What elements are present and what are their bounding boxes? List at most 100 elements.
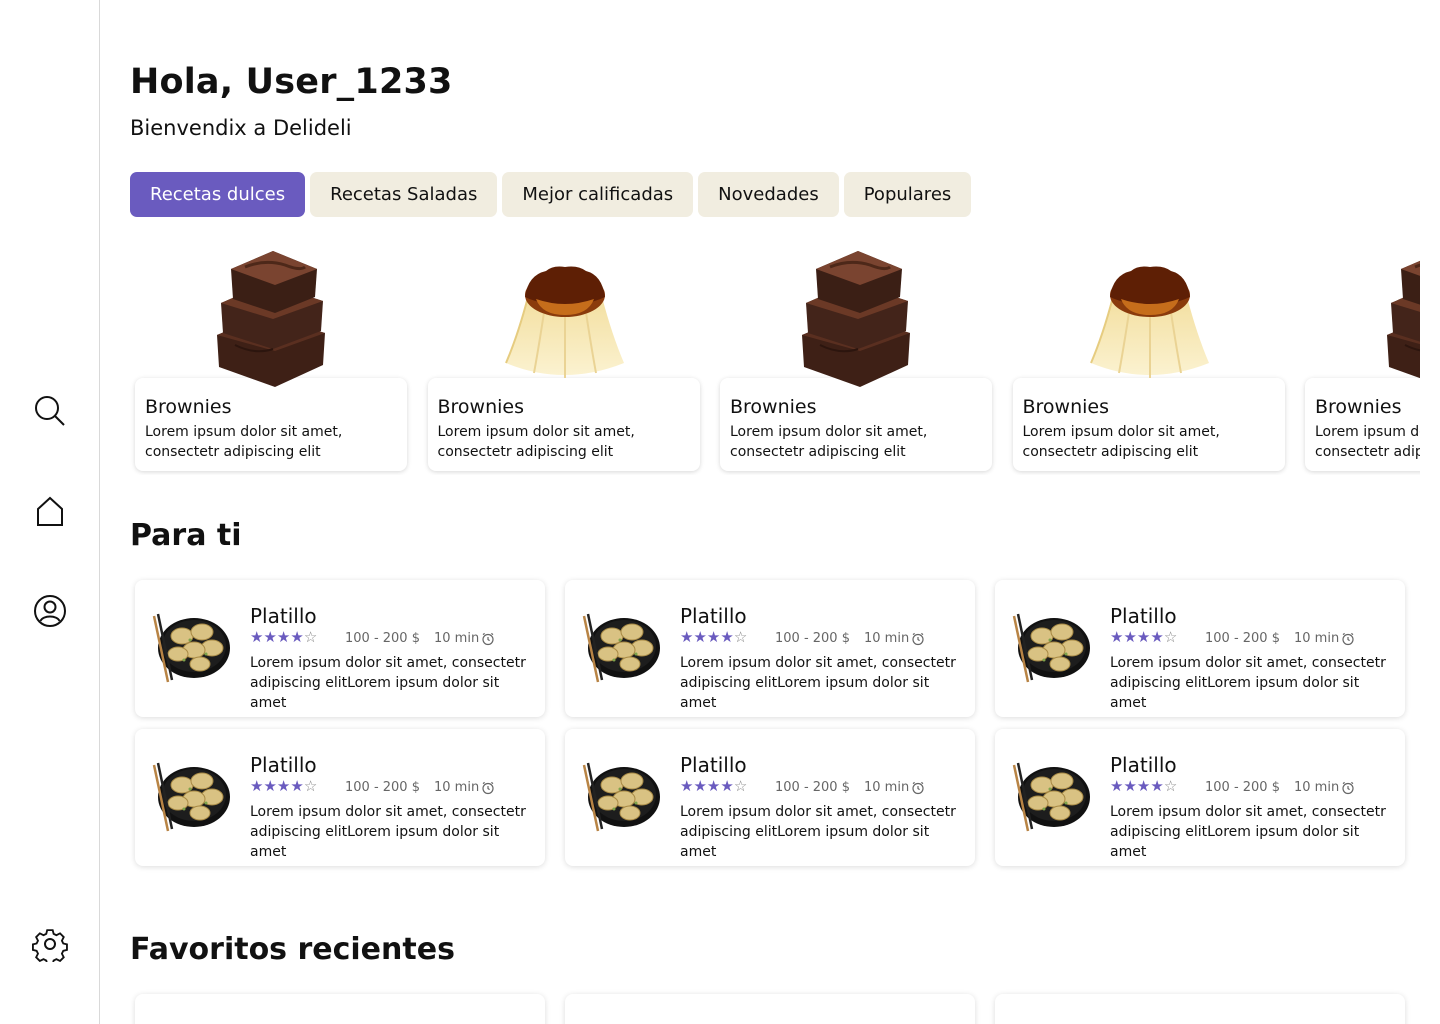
dish-description: Lorem ipsum dolor sit amet, consectetr a… — [250, 655, 526, 711]
favorite-card[interactable] — [565, 994, 975, 1024]
star-filled-icon: ★ — [1150, 777, 1164, 795]
flan-image — [1083, 245, 1218, 390]
star-filled-icon: ★ — [263, 628, 277, 646]
tab-mejor-calificadas[interactable]: Mejor calificadas — [502, 172, 694, 217]
dish-card[interactable]: Platillo ★★★★☆ 100 - 200 $ 10 min Lorem … — [135, 729, 545, 866]
star-empty-icon: ☆ — [303, 628, 318, 646]
settings-icon[interactable] — [30, 924, 70, 964]
rating-stars: ★★★★☆ — [250, 777, 317, 795]
favorite-card[interactable] — [135, 994, 545, 1024]
recipe-title: Brownies — [145, 396, 232, 418]
star-filled-icon: ★ — [706, 628, 721, 646]
prep-time: 10 min — [1294, 631, 1340, 646]
star-filled-icon: ★ — [250, 628, 264, 646]
dish-description: Lorem ipsum dolor sit amet, consectetr a… — [250, 804, 526, 860]
star-filled-icon: ★ — [720, 777, 734, 795]
star-filled-icon: ★ — [706, 777, 721, 795]
recipe-title: Brownies — [437, 396, 525, 418]
dish-card[interactable]: Platillo ★★★★☆ 100 - 200 $ 10 min Lorem … — [565, 729, 975, 866]
recipe-desc-line-2: consectetr adipiscing elit — [1315, 444, 1420, 460]
profile-icon[interactable] — [30, 591, 70, 631]
star-empty-icon: ☆ — [733, 628, 748, 646]
star-filled-icon: ★ — [290, 628, 304, 646]
tab-recetas-dulces[interactable]: Recetas dulces — [130, 172, 306, 217]
dumplings-image — [1010, 759, 1095, 834]
clock-icon — [481, 631, 495, 646]
tab-novedades[interactable]: Novedades — [698, 172, 839, 217]
dumplings-image — [580, 759, 665, 834]
dish-description: Lorem ipsum dolor sit amet, consectetr a… — [680, 804, 956, 860]
star-empty-icon: ☆ — [303, 777, 318, 795]
dish-card[interactable]: Platillo ★★★★☆ 100 - 200 $ 10 min Lorem … — [135, 580, 545, 717]
star-filled-icon: ★ — [1136, 628, 1151, 646]
star-filled-icon: ★ — [290, 777, 304, 795]
rating-stars: ★★★★☆ — [680, 628, 747, 646]
tab-recetas-saladas[interactable]: Recetas Saladas — [310, 172, 498, 217]
star-filled-icon: ★ — [1110, 628, 1124, 646]
star-empty-icon: ☆ — [733, 777, 748, 795]
price-range: 100 - 200 $ — [1205, 780, 1280, 795]
recipe-card[interactable]: Brownies Lorem ipsum dolor sit amet, con… — [1300, 245, 1420, 475]
dish-card[interactable]: Platillo ★★★★☆ 100 - 200 $ 10 min Lorem … — [565, 580, 975, 717]
rating-stars: ★★★★☆ — [1110, 777, 1177, 795]
recipe-title: Brownies — [1315, 396, 1402, 418]
home-icon[interactable] — [30, 491, 70, 531]
rating-stars: ★★★★☆ — [250, 628, 317, 646]
recipe-card[interactable]: Brownies Lorem ipsum dolor sit amet, con… — [1008, 245, 1285, 475]
recipe-desc-line-2: consectetr adipiscing elit — [437, 444, 614, 460]
dish-title: Platillo — [1110, 753, 1177, 777]
recipe-desc-line-1: Lorem ipsum dolor sit amet, — [730, 424, 928, 440]
star-empty-icon: ☆ — [1163, 628, 1178, 646]
star-filled-icon: ★ — [1123, 628, 1137, 646]
recipe-carousel[interactable]: Brownies Lorem ipsum dolor sit amet, con… — [130, 245, 1420, 475]
dish-card[interactable]: Platillo ★★★★☆ 100 - 200 $ 10 min Lorem … — [995, 729, 1405, 866]
dish-description: Lorem ipsum dolor sit amet, consectetr a… — [1110, 804, 1386, 860]
dish-title: Platillo — [680, 604, 747, 628]
dumplings-image — [1010, 610, 1095, 685]
star-filled-icon: ★ — [250, 777, 264, 795]
para-ti-title: Para ti — [130, 518, 242, 553]
welcome-subtitle: Bienvendix a Delideli — [130, 116, 352, 140]
clock-icon — [911, 780, 925, 795]
price-range: 100 - 200 $ — [1205, 631, 1280, 646]
prep-time: 10 min — [434, 780, 480, 795]
recipe-card-body: Brownies Lorem ipsum dolor sit amet, con… — [135, 378, 407, 471]
recipe-card-body: Brownies Lorem ipsum dolor sit amet, con… — [720, 378, 992, 471]
recipe-card[interactable]: Brownies Lorem ipsum dolor sit amet, con… — [715, 245, 992, 475]
dish-title: Platillo — [250, 604, 317, 628]
dish-description: Lorem ipsum dolor sit amet, consectetr a… — [680, 655, 956, 711]
dumplings-image — [150, 610, 235, 685]
flan-image — [498, 245, 633, 390]
recipe-desc-line-1: Lorem ipsum dolor sit amet, — [145, 424, 343, 440]
favorite-card[interactable] — [995, 994, 1405, 1024]
brownie-image — [205, 245, 340, 390]
tab-populares[interactable]: Populares — [843, 172, 972, 217]
clock-icon — [911, 631, 925, 646]
brownie-image — [1375, 245, 1420, 390]
recipe-desc-line-2: consectetr adipiscing elit — [730, 444, 906, 460]
recipe-desc-line-1: Lorem ipsum dolor sit amet, — [437, 424, 635, 440]
star-filled-icon: ★ — [680, 628, 694, 646]
star-filled-icon: ★ — [1123, 777, 1137, 795]
search-icon[interactable] — [30, 391, 70, 431]
star-filled-icon: ★ — [693, 628, 707, 646]
clock-icon — [481, 780, 495, 795]
clock-icon — [1341, 780, 1355, 795]
star-filled-icon: ★ — [1136, 777, 1151, 795]
dish-description: Lorem ipsum dolor sit amet, consectetr a… — [1110, 655, 1386, 711]
star-empty-icon: ☆ — [1163, 777, 1178, 795]
recipe-desc-line-2: consectetr adipiscing elit — [1022, 444, 1199, 460]
star-filled-icon: ★ — [1150, 628, 1164, 646]
dumplings-image — [150, 759, 235, 834]
recipe-card[interactable]: Brownies Lorem ipsum dolor sit amet, con… — [130, 245, 407, 475]
category-tabs: Recetas dulces Recetas Saladas Mejor cal… — [130, 172, 972, 217]
price-range: 100 - 200 $ — [775, 780, 850, 795]
star-filled-icon: ★ — [693, 777, 707, 795]
star-filled-icon: ★ — [276, 777, 291, 795]
recipe-card[interactable]: Brownies Lorem ipsum dolor sit amet, con… — [423, 245, 700, 475]
favoritos-title: Favoritos recientes — [130, 932, 455, 967]
recipe-card-body: Brownies Lorem ipsum dolor sit amet, con… — [1305, 378, 1420, 471]
dish-card[interactable]: Platillo ★★★★☆ 100 - 200 $ 10 min Lorem … — [995, 580, 1405, 717]
recipe-title: Brownies — [730, 396, 817, 418]
price-range: 100 - 200 $ — [345, 780, 420, 795]
